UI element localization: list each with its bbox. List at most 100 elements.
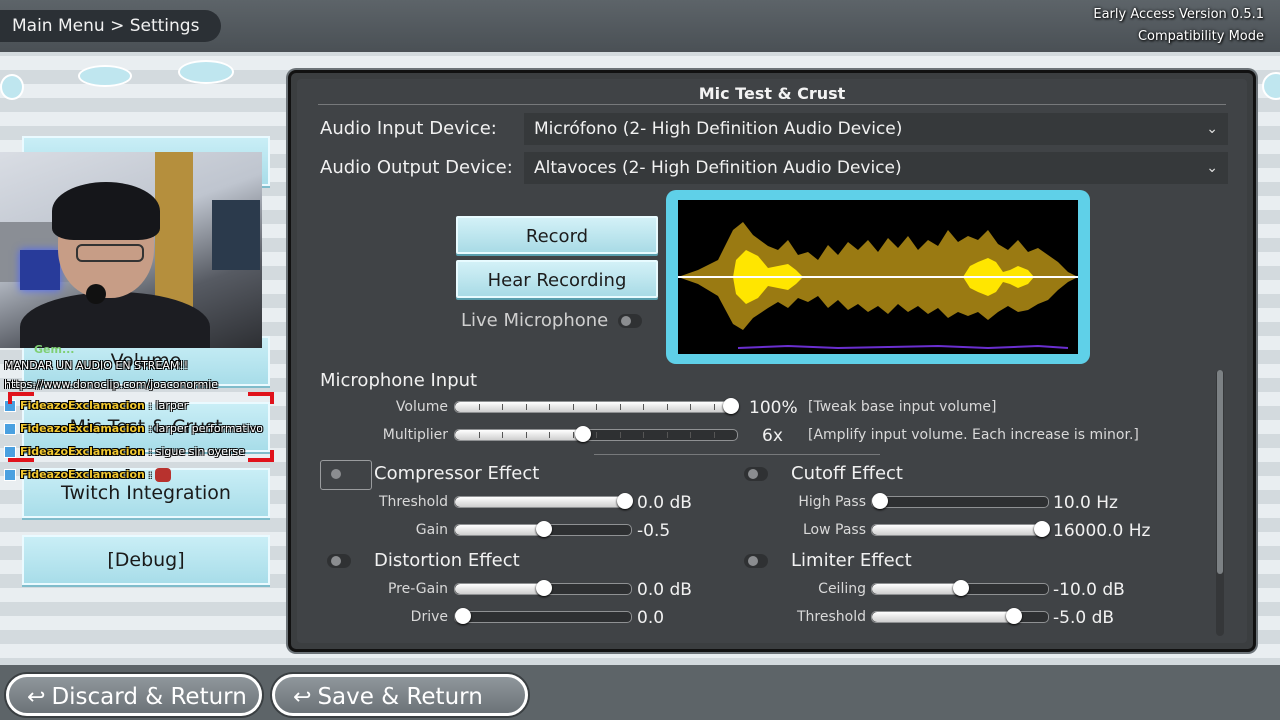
pre-gain-slider[interactable] xyxy=(454,580,632,596)
chat-header: Gem... xyxy=(34,343,75,356)
chat-highlight-marker xyxy=(270,392,274,404)
chat-username: FideazoExclamacion xyxy=(20,445,145,458)
panel-scrollbar-thumb[interactable] xyxy=(1217,370,1223,574)
save-and-return-button[interactable]: ↩ Save & Return xyxy=(272,674,528,716)
audio-output-select[interactable]: Altavoces (2- High Definition Audio Devi… xyxy=(524,152,1228,184)
bubble-decoration xyxy=(78,65,132,87)
audio-output-value: Altavoces (2- High Definition Audio Devi… xyxy=(534,158,902,178)
compressor-gain-slider[interactable] xyxy=(454,521,632,537)
chat-badge-icon xyxy=(4,422,16,435)
slider-handle[interactable] xyxy=(574,426,591,442)
high-pass-value: 10.0 Hz xyxy=(1053,493,1118,513)
limiter-threshold-value: -5.0 dB xyxy=(1053,608,1115,628)
slider-handle[interactable] xyxy=(455,608,471,624)
hear-recording-button[interactable]: Hear Recording xyxy=(456,260,658,298)
volume-label: Volume xyxy=(395,399,448,415)
webcam-person-hair xyxy=(52,182,160,240)
chat-message: FideazoExclamacion : larper performativo xyxy=(4,417,294,440)
menu-item-debug[interactable]: [Debug] xyxy=(22,535,270,585)
slider-handle[interactable] xyxy=(1034,521,1050,537)
title-divider xyxy=(318,104,1226,105)
discard-and-return-button[interactable]: ↩ Discard & Return xyxy=(6,674,262,716)
slider-tick xyxy=(619,432,621,438)
limiter-toggle-knob xyxy=(748,556,758,566)
waveform-display xyxy=(666,190,1090,364)
emote-icon xyxy=(155,467,172,482)
chat-username: FideazoExclamacion xyxy=(20,422,145,435)
compressor-threshold-value: 0.0 dB xyxy=(637,493,692,513)
audio-input-select[interactable]: Micrófono (2- High Definition Audio Devi… xyxy=(524,113,1228,145)
chevron-down-icon: ⌄ xyxy=(1206,121,1218,137)
volume-slider[interactable] xyxy=(454,398,739,414)
multiplier-value: 6x xyxy=(762,426,783,446)
webcam-overlay xyxy=(0,152,262,348)
chat-username: FideazoExclamacion xyxy=(20,399,145,412)
slider-tick xyxy=(596,432,597,438)
slider-handle[interactable] xyxy=(617,493,633,509)
slider-handle[interactable] xyxy=(953,580,969,596)
slider-tick xyxy=(713,432,715,438)
compressor-threshold-label: Threshold xyxy=(379,494,448,510)
return-arrow-icon: ↩ xyxy=(293,685,312,710)
audio-output-label: Audio Output Device: xyxy=(320,157,513,178)
ceiling-slider[interactable] xyxy=(871,580,1049,596)
chat-highlight-marker xyxy=(270,450,274,462)
limiter-threshold-slider[interactable] xyxy=(871,608,1049,624)
multiplier-hint: [Amplify input volume. Each increase is … xyxy=(808,427,1139,443)
slider-tick xyxy=(572,432,574,438)
chat-message-text: : larper xyxy=(148,399,189,412)
pre-gain-value: 0.0 dB xyxy=(637,580,692,600)
slider-tick xyxy=(643,404,644,410)
slider-fill xyxy=(872,525,1048,535)
slider-handle[interactable] xyxy=(723,398,739,414)
compressor-threshold-slider[interactable] xyxy=(454,493,633,509)
slider-fill xyxy=(872,584,960,594)
low-pass-slider[interactable] xyxy=(871,521,1050,537)
limiter-heading: Limiter Effect xyxy=(791,550,912,571)
save-label: Save & Return xyxy=(317,684,483,710)
breadcrumb: Main Menu > Settings xyxy=(0,10,222,42)
slider-handle[interactable] xyxy=(536,580,552,596)
drive-slider[interactable] xyxy=(454,608,632,624)
compatibility-mode-label: Compatibility Mode xyxy=(1137,29,1264,44)
slider-handle[interactable] xyxy=(536,521,552,537)
chat-highlight-marker xyxy=(8,458,34,462)
cutoff-heading: Cutoff Effect xyxy=(791,463,903,484)
chat-highlight-marker xyxy=(8,392,12,404)
chat-message: FideazoExclamacion : larper xyxy=(4,394,294,417)
slider-tick xyxy=(572,404,574,410)
multiplier-slider[interactable] xyxy=(454,426,738,442)
stream-chat-overlay: Gem... MANDAR UN AUDIO EN STREAM!! https… xyxy=(4,344,294,486)
slider-tick xyxy=(690,432,691,438)
waveform-canvas xyxy=(678,200,1078,354)
audio-input-value: Micrófono (2- High Definition Audio Devi… xyxy=(534,119,903,139)
webcam-background-monitor xyxy=(20,250,60,290)
drive-label: Drive xyxy=(410,609,448,625)
volume-hint: [Tweak base input volume] xyxy=(808,399,997,415)
slider-tick xyxy=(666,404,668,410)
low-pass-label: Low Pass xyxy=(803,522,866,538)
chat-message-text: : sigue sin oyerse xyxy=(148,445,245,458)
compressor-toggle[interactable] xyxy=(320,460,372,490)
compressor-gain-label: Gain xyxy=(415,522,448,538)
version-info: Early Access Version 0.5.1 Compatibility… xyxy=(1093,4,1264,48)
audio-input-label: Audio Input Device: xyxy=(320,118,497,139)
cutoff-toggle-knob xyxy=(748,469,758,479)
waveform-spectrum xyxy=(737,344,1069,350)
drive-value: 0.0 xyxy=(637,608,665,628)
pre-gain-label: Pre-Gain xyxy=(387,581,448,597)
low-pass-value: 16000.0 Hz xyxy=(1053,521,1151,541)
limiter-threshold-label: Threshold xyxy=(797,609,866,625)
slider-tick xyxy=(643,432,644,438)
slider-tick xyxy=(478,404,480,410)
slider-handle[interactable] xyxy=(1006,608,1023,624)
multiplier-label: Multiplier xyxy=(382,427,448,443)
chat-badge-icon xyxy=(4,445,16,458)
compressor-toggle-knob xyxy=(331,469,341,479)
chat-line: MANDAR UN AUDIO EN STREAM!! xyxy=(4,359,189,372)
panel-title: Mic Test & Crust xyxy=(698,84,846,103)
high-pass-slider[interactable] xyxy=(871,493,1049,509)
ceiling-label: Ceiling xyxy=(818,581,866,597)
record-button[interactable]: Record xyxy=(456,216,658,254)
slider-handle[interactable] xyxy=(872,493,888,509)
